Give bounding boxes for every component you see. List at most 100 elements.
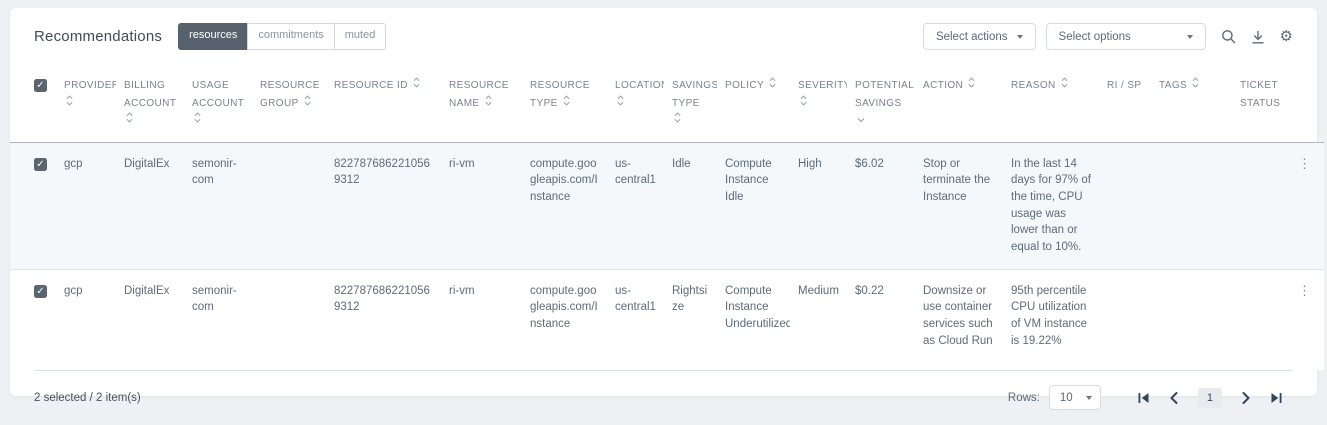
- pagination-controls: Rows: 10 1: [1008, 385, 1293, 410]
- sort-icon: [674, 112, 681, 123]
- cell-location: us-central1: [607, 269, 664, 370]
- search-button[interactable]: [1221, 29, 1236, 44]
- sort-icon: [800, 95, 807, 106]
- page-title: Recommendations: [34, 28, 162, 45]
- last-page-button[interactable]: [1270, 392, 1283, 404]
- cell-provider: gcp: [56, 142, 116, 269]
- cell-ticket-status: [1232, 269, 1296, 370]
- cell-tags: [1151, 142, 1232, 269]
- cell-provider: gcp: [56, 269, 116, 370]
- cell-action: Downsize or use container services such …: [915, 269, 1003, 370]
- cell-billing-account: DigitalEx: [116, 142, 184, 269]
- row-menu-kebab-icon[interactable]: ⋮: [1298, 156, 1311, 171]
- next-page-button[interactable]: [1242, 392, 1250, 404]
- select-all-checkbox[interactable]: ✓: [34, 79, 47, 92]
- caret-down-icon: [1086, 396, 1092, 400]
- column-header-policy[interactable]: POLICY: [717, 61, 790, 142]
- column-header-reason[interactable]: REASON: [1003, 61, 1099, 142]
- column-header-potential-savings[interactable]: POTENTIAL SAVINGS: [847, 61, 915, 142]
- column-header-resource-group[interactable]: RESOURCE GROUP: [252, 61, 326, 142]
- tab-group: resources commitments muted: [178, 23, 386, 49]
- row-checkbox[interactable]: ✓: [34, 158, 47, 171]
- previous-page-button[interactable]: [1170, 392, 1178, 404]
- sort-icon: [563, 95, 570, 106]
- gear-icon: ⚙: [1280, 29, 1293, 44]
- cell-policy: Compute Instance Idle: [717, 142, 790, 269]
- cell-tags: [1151, 269, 1232, 370]
- cell-usage-account: semonir-com: [184, 269, 252, 370]
- cell-resource-type: compute.googleapis.com/Instance: [522, 269, 607, 370]
- cell-ticket-status: [1232, 142, 1296, 269]
- selection-summary: 2 selected / 2 item(s): [34, 392, 141, 404]
- cell-ri-sp: [1099, 142, 1151, 269]
- chevron-left-icon: [1170, 392, 1178, 404]
- tab-resources[interactable]: resources: [178, 23, 248, 49]
- cell-usage-account: semonir-com: [184, 142, 252, 269]
- settings-button[interactable]: ⚙: [1280, 29, 1293, 44]
- cell-action: Stop or terminate the Instance: [915, 142, 1003, 269]
- column-header-actions-menu: [1296, 61, 1324, 142]
- sort-icon: [126, 112, 133, 123]
- cell-resource-name: ri-vm: [441, 269, 522, 370]
- column-header-provider[interactable]: PROVIDER: [56, 61, 116, 142]
- row-checkbox[interactable]: ✓: [34, 285, 47, 298]
- column-header-resource-id[interactable]: RESOURCE ID: [326, 61, 441, 142]
- toolbar: Recommendations resources commitments mu…: [10, 8, 1317, 61]
- rows-per-page-value: 10: [1060, 392, 1073, 404]
- recommendations-table: ✓ PROVIDER BILLING ACCOUNT USAGE ACCOUNT…: [10, 61, 1317, 370]
- caret-down-icon: [1187, 35, 1193, 39]
- column-header-location[interactable]: LOCATION: [607, 61, 664, 142]
- table-footer: 2 selected / 2 item(s) Rows: 10 1: [34, 370, 1293, 425]
- cell-billing-account: DigitalEx: [116, 269, 184, 370]
- cell-severity: Medium: [790, 269, 847, 370]
- toolbar-actions: Select actions Select options ⚙: [923, 23, 1293, 50]
- column-header-ri-sp[interactable]: RI / SP: [1099, 61, 1151, 142]
- download-button[interactable]: [1251, 30, 1265, 44]
- sort-icon: [769, 77, 776, 88]
- sort-icon: [194, 112, 201, 123]
- table-header-row: ✓ PROVIDER BILLING ACCOUNT USAGE ACCOUNT…: [10, 61, 1324, 142]
- sort-icon: [968, 77, 975, 88]
- cell-potential-savings: $0.22: [847, 269, 915, 370]
- column-header-billing-account[interactable]: BILLING ACCOUNT: [116, 61, 184, 142]
- sort-icon: [304, 95, 311, 106]
- caret-down-icon: [1017, 35, 1023, 39]
- sort-icon: [66, 95, 73, 106]
- cell-severity: High: [790, 142, 847, 269]
- select-options-dropdown[interactable]: Select options: [1046, 23, 1206, 50]
- cell-savings-type: Rightsize: [664, 269, 717, 370]
- recommendations-panel: Recommendations resources commitments mu…: [10, 8, 1317, 396]
- cell-resource-type: compute.googleapis.com/Instance: [522, 142, 607, 269]
- sort-icon: [1061, 77, 1068, 88]
- cell-resource-id: 8227876862210569312: [326, 142, 441, 269]
- select-options-value: Select options: [1059, 31, 1131, 43]
- column-header-action[interactable]: ACTION: [915, 61, 1003, 142]
- table-row: ✓ gcp DigitalEx semonir-com 822787686221…: [10, 142, 1324, 269]
- cell-resource-id: 8227876862210569312: [326, 269, 441, 370]
- current-page-indicator[interactable]: 1: [1198, 388, 1222, 408]
- tab-commitments[interactable]: commitments: [247, 23, 334, 49]
- column-header-resource-name[interactable]: RESOURCE NAME: [441, 61, 522, 142]
- cell-resource-name: ri-vm: [441, 142, 522, 269]
- chevron-right-icon: [1242, 392, 1250, 404]
- column-header-savings-type[interactable]: SAVINGS TYPE: [664, 61, 717, 142]
- cell-ri-sp: [1099, 269, 1151, 370]
- sort-icon: [1192, 77, 1199, 88]
- sort-icon: [413, 77, 420, 88]
- column-header-ticket-status[interactable]: TICKET STATUS: [1232, 61, 1296, 142]
- cell-potential-savings: $6.02: [847, 142, 915, 269]
- rows-per-page-label: Rows:: [1008, 392, 1040, 404]
- column-header-resource-type[interactable]: RESOURCE TYPE: [522, 61, 607, 142]
- row-menu-kebab-icon[interactable]: ⋮: [1298, 283, 1311, 298]
- column-header-usage-account[interactable]: USAGE ACCOUNT: [184, 61, 252, 142]
- first-page-button[interactable]: [1137, 392, 1150, 404]
- cell-reason: 95th percentile CPU utilization of VM in…: [1003, 269, 1099, 370]
- tab-muted[interactable]: muted: [334, 23, 387, 49]
- select-actions-button[interactable]: Select actions: [923, 23, 1036, 50]
- column-header-severity[interactable]: SEVERITY: [790, 61, 847, 142]
- search-icon: [1221, 29, 1236, 44]
- cell-policy: Compute Instance Underutilized: [717, 269, 790, 370]
- column-header-tags[interactable]: TAGS: [1151, 61, 1232, 142]
- cell-location: us-central1: [607, 142, 664, 269]
- rows-per-page-select[interactable]: 10: [1049, 385, 1101, 410]
